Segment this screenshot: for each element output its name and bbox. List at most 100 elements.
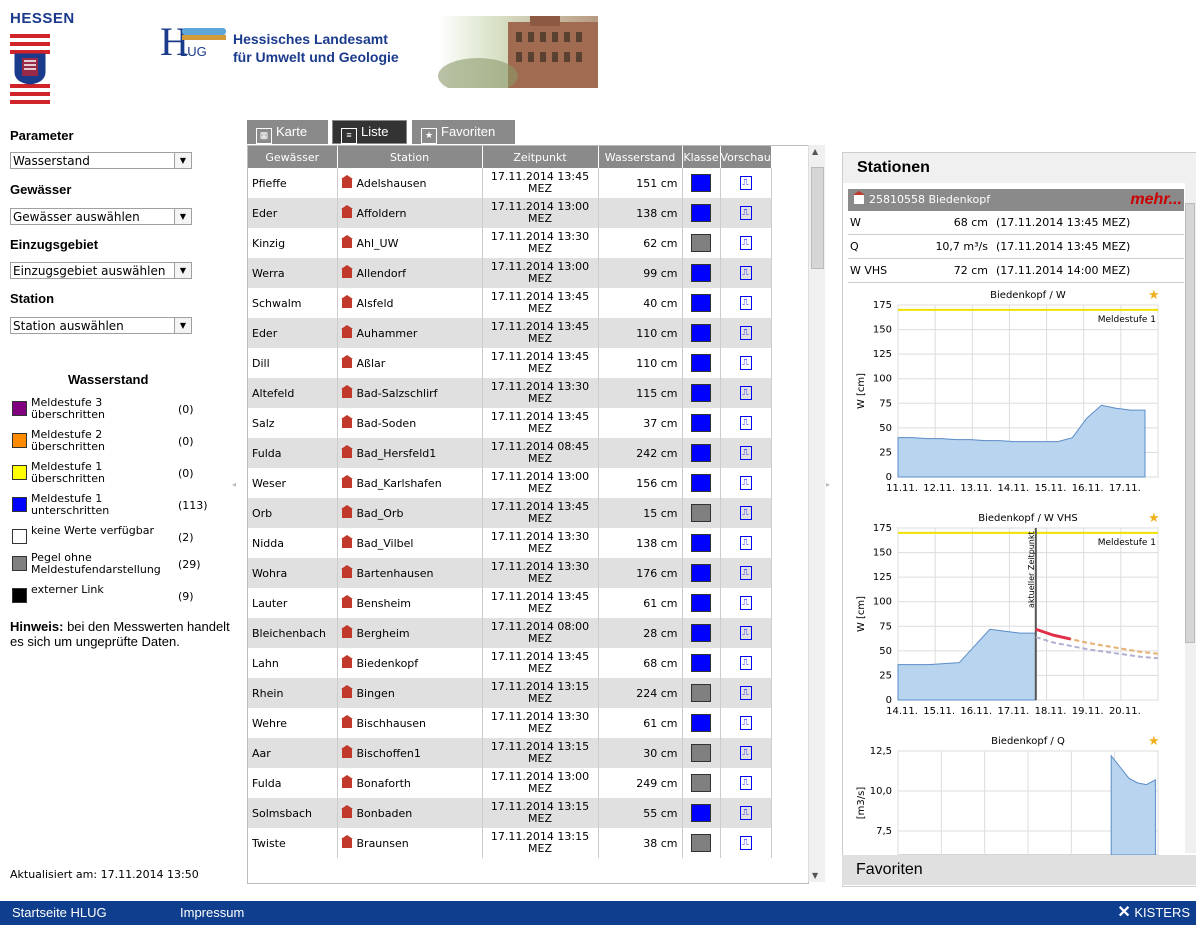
cell-vorschau[interactable]: ⎍	[720, 558, 772, 588]
chart-preview-icon[interactable]: ⎍	[739, 566, 752, 580]
chart-preview-icon[interactable]: ⎍	[739, 176, 752, 190]
chart-preview-icon[interactable]: ⎍	[739, 716, 752, 730]
cell-station[interactable]: Auhammer	[337, 318, 483, 348]
table-scrollbar[interactable]: ▲ ▼	[808, 145, 825, 882]
cell-station[interactable]: Bingen	[337, 678, 483, 708]
cell-vorschau[interactable]: ⎍	[720, 678, 772, 708]
cell-vorschau[interactable]: ⎍	[720, 768, 772, 798]
cell-vorschau[interactable]: ⎍	[720, 648, 772, 678]
column-header-station[interactable]: Station	[337, 146, 483, 168]
table-row[interactable]: Nidda Bad_Vilbel 17.11.2014 13:30 MEZ 138 cm…	[248, 528, 772, 558]
table-row[interactable]: Dill Aßlar 17.11.2014 13:45 MEZ 110 cm ⎍	[248, 348, 772, 378]
cell-station[interactable]: Alsfeld	[337, 288, 483, 318]
chart-preview-icon[interactable]: ⎍	[739, 326, 752, 340]
table-row[interactable]: Lahn Biedenkopf 17.11.2014 13:45 MEZ 68 cm ⎍	[248, 648, 772, 678]
einzugsgebiet-select[interactable]: Einzugsgebiet auswählen ▼	[10, 262, 192, 279]
cell-station[interactable]: Bensheim	[337, 588, 483, 618]
column-header-wasserstand[interactable]: Wasserstand	[598, 146, 683, 168]
table-row[interactable]: Fulda Bonaforth 17.11.2014 13:00 MEZ 249 cm ⎍	[248, 768, 772, 798]
cell-vorschau[interactable]: ⎍	[720, 738, 772, 768]
favorite-star-icon[interactable]: ★	[1148, 288, 1160, 303]
table-row[interactable]: Lauter Bensheim 17.11.2014 13:45 MEZ 61 cm ⎍	[248, 588, 772, 618]
chart-preview-icon[interactable]: ⎍	[739, 746, 752, 760]
cell-station[interactable]: Bonbaden	[337, 798, 483, 828]
favoriten-bar[interactable]: Favoriten	[842, 855, 1196, 885]
chart-preview-icon[interactable]: ⎍	[739, 266, 752, 280]
cell-station[interactable]: Affoldern	[337, 198, 483, 228]
splitter-left-handle[interactable]: ◂	[232, 465, 237, 505]
scroll-down-arrow-icon[interactable]: ▼	[812, 871, 818, 880]
cell-vorschau[interactable]: ⎍	[720, 318, 772, 348]
chart-preview-icon[interactable]: ⎍	[739, 206, 752, 220]
tab-karte[interactable]: ▦ Karte	[247, 120, 328, 144]
table-row[interactable]: Wohra Bartenhausen 17.11.2014 13:30 MEZ 176 …	[248, 558, 772, 588]
mehr-link[interactable]: mehr...	[1130, 189, 1182, 211]
chart-preview-icon[interactable]: ⎍	[739, 476, 752, 490]
station-select[interactable]: Station auswählen ▼	[10, 317, 192, 334]
footer-link-home[interactable]: Startseite HLUG	[12, 901, 107, 925]
table-row[interactable]: Wehre Bischhausen 17.11.2014 13:30 MEZ 61 cm…	[248, 708, 772, 738]
favorite-star-icon[interactable]: ★	[1148, 734, 1160, 749]
table-row[interactable]: Kinzig Ahl_UW 17.11.2014 13:30 MEZ 62 cm ⎍	[248, 228, 772, 258]
chart-preview-icon[interactable]: ⎍	[739, 446, 752, 460]
tab-favoriten[interactable]: ★ Favoriten	[412, 120, 515, 144]
cell-station[interactable]: Bad_Orb	[337, 498, 483, 528]
table-row[interactable]: Werra Allendorf 17.11.2014 13:00 MEZ 99 cm ⎍	[248, 258, 772, 288]
table-row[interactable]: Orb Bad_Orb 17.11.2014 13:45 MEZ 15 cm ⎍	[248, 498, 772, 528]
chart-preview-icon[interactable]: ⎍	[739, 626, 752, 640]
scroll-up-arrow-icon[interactable]: ▲	[812, 147, 818, 156]
cell-vorschau[interactable]: ⎍	[720, 258, 772, 288]
chart-preview-icon[interactable]: ⎍	[739, 506, 752, 520]
cell-vorschau[interactable]: ⎍	[720, 528, 772, 558]
chart-preview-icon[interactable]: ⎍	[739, 536, 752, 550]
chart-preview-icon[interactable]: ⎍	[739, 296, 752, 310]
chart-preview-icon[interactable]: ⎍	[739, 836, 752, 850]
table-row[interactable]: Weser Bad_Karlshafen 17.11.2014 13:00 MEZ 15…	[248, 468, 772, 498]
cell-vorschau[interactable]: ⎍	[720, 378, 772, 408]
scrollbar-thumb[interactable]	[811, 167, 824, 269]
cell-station[interactable]: Bartenhausen	[337, 558, 483, 588]
table-row[interactable]: Solmsbach Bonbaden 17.11.2014 13:15 MEZ 55 c…	[248, 798, 772, 828]
chart-preview-icon[interactable]: ⎍	[739, 416, 752, 430]
cell-station[interactable]: Allendorf	[337, 258, 483, 288]
chart-preview-icon[interactable]: ⎍	[739, 356, 752, 370]
gewaesser-select[interactable]: Gewässer auswählen ▼	[10, 208, 192, 225]
column-header-zeitpunkt[interactable]: Zeitpunkt	[482, 146, 599, 168]
cell-station[interactable]: Biedenkopf	[337, 648, 483, 678]
cell-vorschau[interactable]: ⎍	[720, 408, 772, 438]
cell-vorschau[interactable]: ⎍	[720, 198, 772, 228]
cell-station[interactable]: Braunsen	[337, 828, 483, 858]
table-row[interactable]: Pfieffe Adelshausen 17.11.2014 13:45 MEZ 151…	[248, 168, 772, 198]
table-row[interactable]: Twiste Braunsen 17.11.2014 13:15 MEZ 38 cm ⎍	[248, 828, 772, 858]
cell-vorschau[interactable]: ⎍	[720, 588, 772, 618]
cell-vorschau[interactable]: ⎍	[720, 468, 772, 498]
cell-vorschau[interactable]: ⎍	[720, 498, 772, 528]
column-header-gewaesser[interactable]: Gewässer	[248, 146, 338, 168]
scrollbar-thumb[interactable]	[1185, 203, 1195, 643]
splitter-right-handle[interactable]: ▸	[826, 465, 831, 505]
footer-link-impressum[interactable]: Impressum	[180, 901, 244, 925]
cell-vorschau[interactable]: ⎍	[720, 348, 772, 378]
cell-station[interactable]: Bad_Karlshafen	[337, 468, 483, 498]
cell-station[interactable]: Adelshausen	[337, 168, 483, 198]
table-row[interactable]: Eder Affoldern 17.11.2014 13:00 MEZ 138 cm ⎍	[248, 198, 772, 228]
cell-vorschau[interactable]: ⎍	[720, 228, 772, 258]
parameter-select[interactable]: Wasserstand ▼	[10, 152, 192, 169]
cell-station[interactable]: Bonaforth	[337, 768, 483, 798]
chart-preview-icon[interactable]: ⎍	[739, 656, 752, 670]
chart-preview-icon[interactable]: ⎍	[739, 386, 752, 400]
tab-liste[interactable]: ≡ Liste	[332, 120, 407, 144]
table-row[interactable]: Altefeld Bad-Salzschlirf 17.11.2014 13:30 M…	[248, 378, 772, 408]
cell-station[interactable]: Bischhausen	[337, 708, 483, 738]
column-header-klasse[interactable]: Klasse	[682, 146, 721, 168]
chart-preview-icon[interactable]: ⎍	[739, 806, 752, 820]
table-row[interactable]: Rhein Bingen 17.11.2014 13:15 MEZ 224 cm ⎍	[248, 678, 772, 708]
selected-station-bar[interactable]: 25810558 Biedenkopf mehr...	[848, 189, 1184, 211]
column-header-vorschau[interactable]: Vorschau	[720, 146, 772, 168]
table-row[interactable]: Aar Bischoffen1 17.11.2014 13:15 MEZ 30 cm ⎍	[248, 738, 772, 768]
table-row[interactable]: Bleichenbach Bergheim 17.11.2014 08:00 MEZ 2…	[248, 618, 772, 648]
cell-station[interactable]: Bad_Vilbel	[337, 528, 483, 558]
table-row[interactable]: Eder Auhammer 17.11.2014 13:45 MEZ 110 cm ⎍	[248, 318, 772, 348]
table-row[interactable]: Fulda Bad_Hersfeld1 17.11.2014 08:45 MEZ 242…	[248, 438, 772, 468]
chart-preview-icon[interactable]: ⎍	[739, 236, 752, 250]
